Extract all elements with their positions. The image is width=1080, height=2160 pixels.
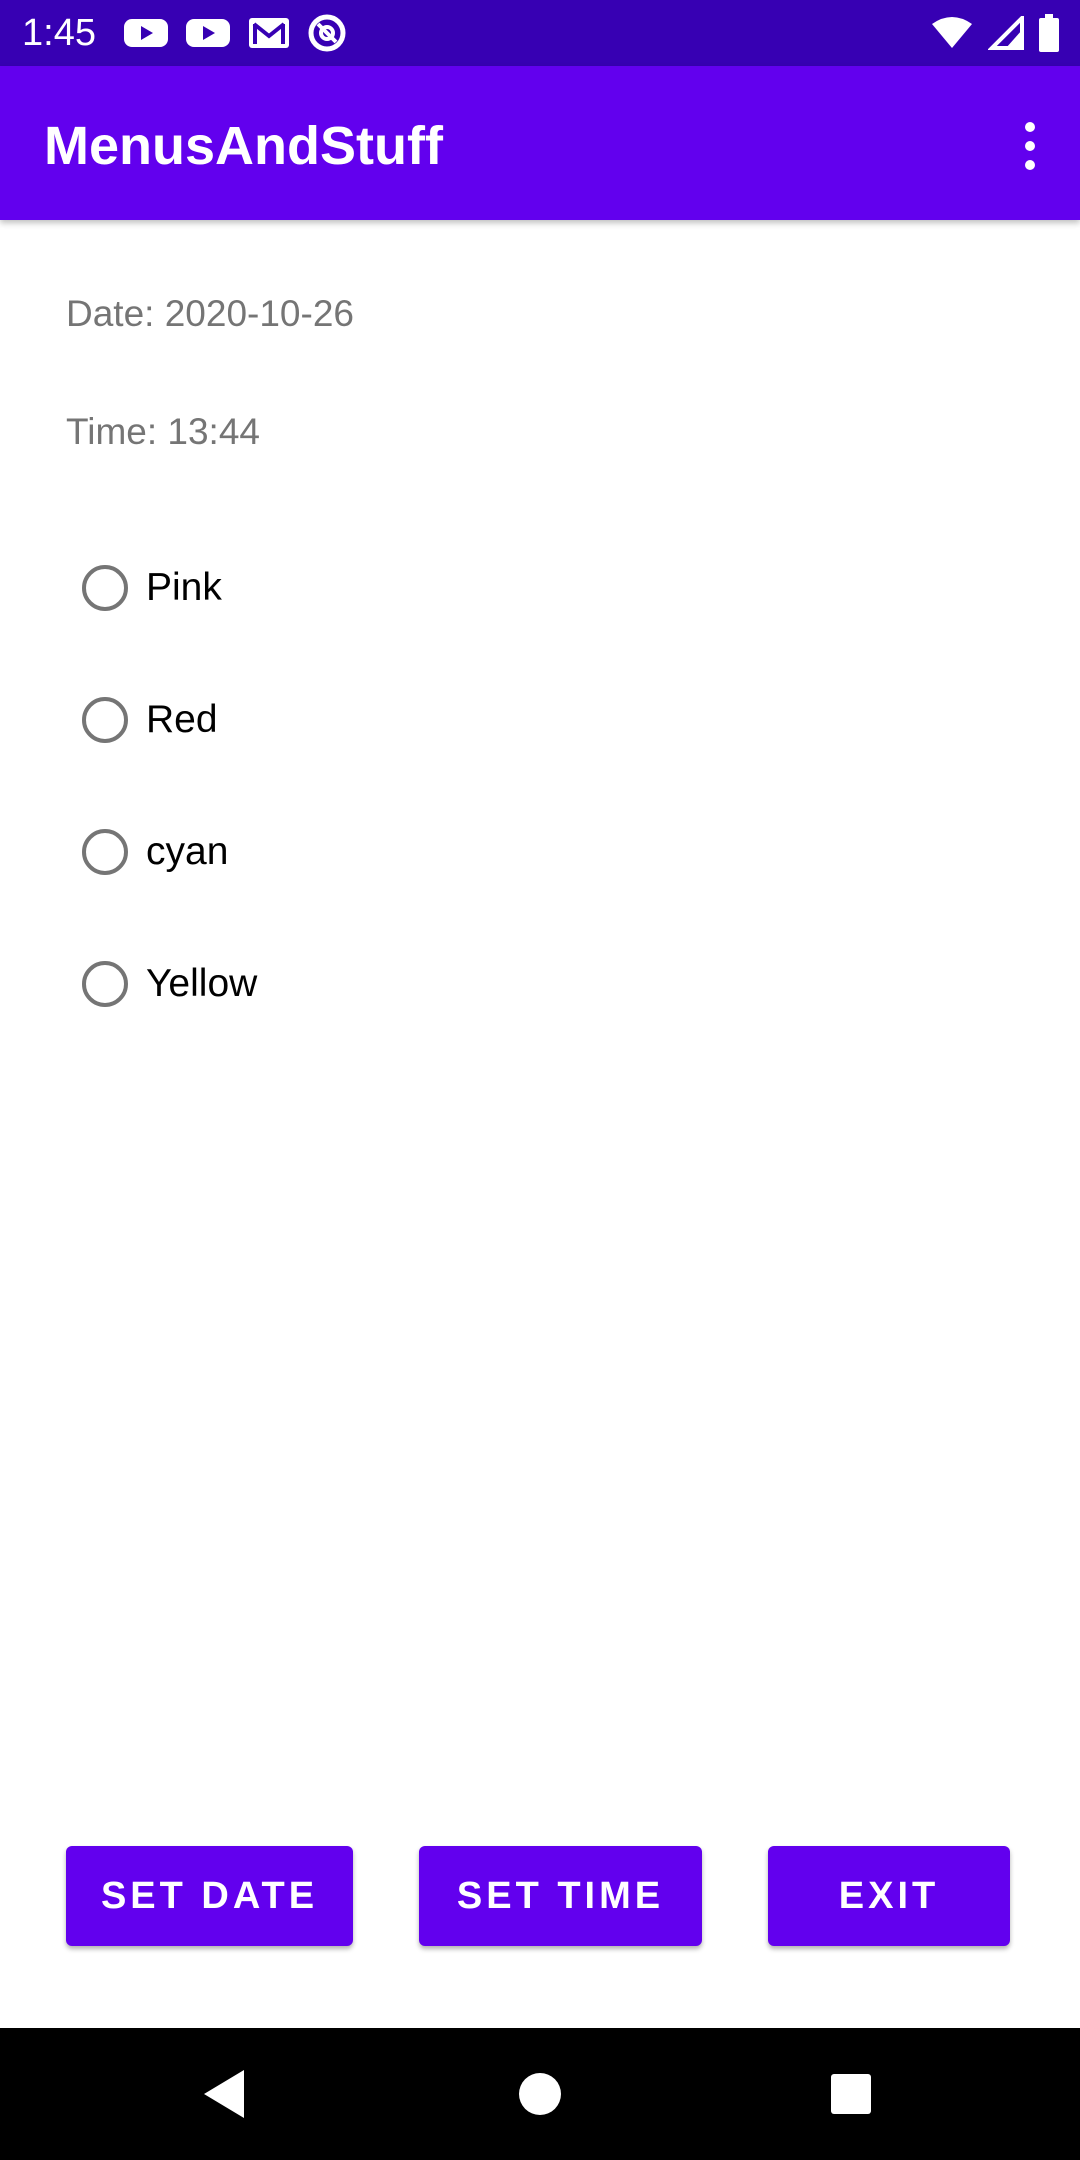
set-time-button[interactable]: SET TIME — [419, 1846, 702, 1946]
signal-icon — [988, 16, 1024, 50]
app-bar: MenusAndStuff — [0, 66, 1080, 220]
time-text: Time: 13:44 — [66, 411, 260, 452]
radio-label: Pink — [146, 566, 222, 609]
gmail-icon — [248, 16, 290, 50]
radio-label: cyan — [146, 830, 229, 873]
back-icon[interactable] — [202, 2068, 248, 2125]
youtube-icon — [124, 17, 168, 49]
set-date-button[interactable]: SET DATE — [66, 1846, 353, 1946]
radio-cyan[interactable]: cyan — [66, 804, 466, 900]
navigation-bar — [0, 2028, 1080, 2160]
radio-label: Red — [146, 698, 218, 741]
radio-button-icon[interactable] — [82, 829, 128, 875]
home-icon[interactable] — [517, 2068, 563, 2125]
more-vert-icon[interactable] — [1010, 116, 1050, 176]
app-title: MenusAndStuff — [44, 116, 443, 176]
radio-button-icon[interactable] — [82, 961, 128, 1007]
status-time: 1:45 — [22, 12, 96, 54]
exit-button[interactable]: EXIT — [768, 1846, 1010, 1946]
wifi-icon — [930, 16, 974, 50]
status-bar: 1:45 — [0, 0, 1080, 66]
notification-icons — [124, 12, 346, 54]
recents-icon[interactable] — [828, 2068, 874, 2125]
radio-button-icon[interactable] — [82, 697, 128, 743]
radio-label: Yellow — [146, 962, 258, 1005]
radio-pink[interactable]: Pink — [66, 540, 466, 636]
radio-yellow[interactable]: Yellow — [66, 936, 466, 1032]
radio-red[interactable]: Red — [66, 672, 466, 768]
radio-button-icon[interactable] — [82, 565, 128, 611]
at-sign-icon — [308, 14, 346, 52]
date-text: Date: 2020-10-26 — [66, 293, 354, 334]
system-status-icons — [930, 12, 1060, 54]
battery-icon — [1038, 14, 1060, 52]
youtube-icon — [186, 17, 230, 49]
